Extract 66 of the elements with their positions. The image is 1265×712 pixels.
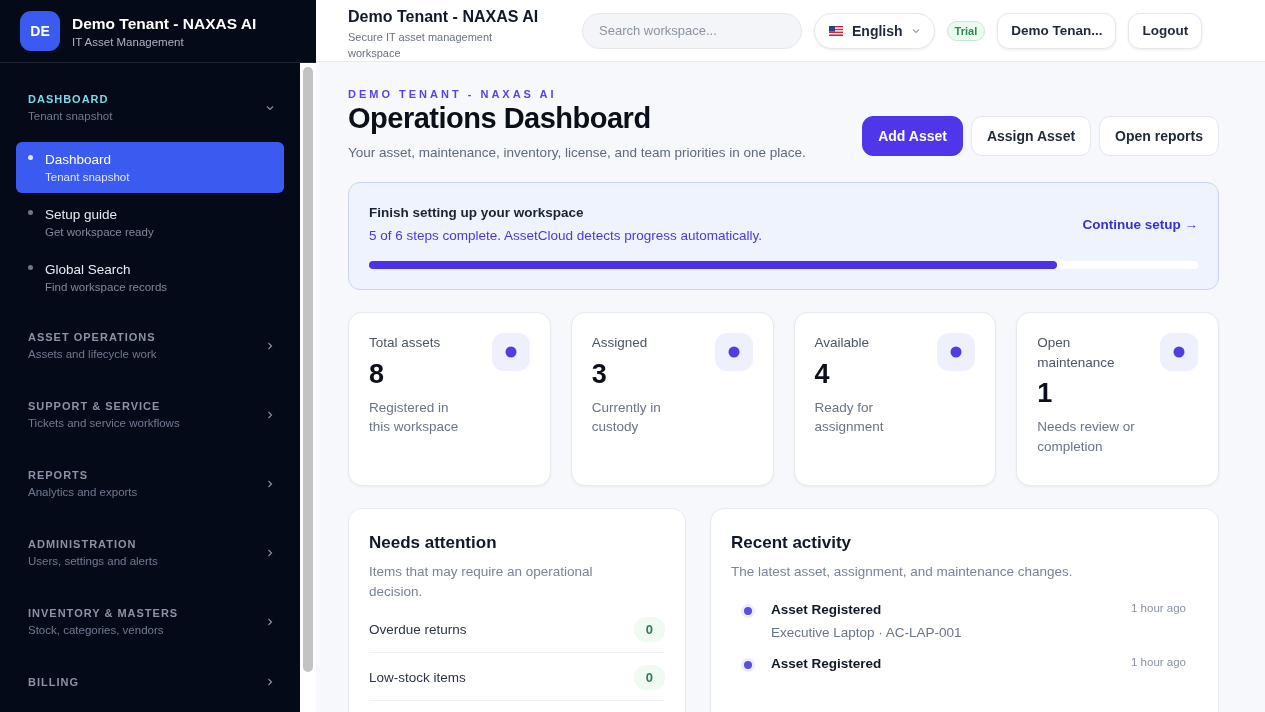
event-time: 1 hour ago: [1131, 655, 1186, 668]
action-button[interactable]: Add Asset: [862, 116, 963, 156]
card-description: Items that may require an operational decision.: [369, 563, 594, 601]
nav-item[interactable]: Global Search Find workspace records: [16, 252, 284, 303]
event-detail: Executive Laptop · AC-LAP-001: [771, 624, 963, 640]
scrollbar[interactable]: [300, 63, 316, 712]
flag-icon: [829, 25, 843, 36]
stat-label: Open maintenance: [1037, 334, 1116, 372]
stat-value: 1: [1037, 378, 1054, 410]
attention-label: Low-stock items: [369, 670, 466, 686]
stat-value: 4: [814, 358, 831, 390]
card-title: Recent activity: [731, 533, 852, 553]
app-subtitle: IT Asset Management: [72, 35, 185, 48]
plan-badge: Trial: [946, 20, 986, 41]
setup-title: Finish setting up your workspace: [369, 205, 585, 220]
chevron-right-icon: [266, 341, 274, 350]
tenant-avatar: DE: [20, 11, 60, 51]
chevron-right-icon: [266, 410, 274, 419]
count-badge: 0: [633, 665, 665, 691]
nav-section-header[interactable]: SUPPORT & SERVICE Tickets and service workflows: [16, 396, 300, 433]
nav-section-header[interactable]: INVENTORY & MASTERS Stock, categories, vendors: [16, 603, 300, 640]
nav-item[interactable]: Setup guide Get workspace ready: [16, 197, 284, 248]
nav-section-header[interactable]: ADMINISTRATION Users, settings and alerts: [16, 534, 300, 571]
event-time: 1 hour ago: [1131, 601, 1186, 614]
page-description: Your asset, maintenance, inventory, license, and team priorities in one place.: [348, 145, 806, 160]
action-button[interactable]: Open reports: [1099, 116, 1219, 156]
stat-note: Currently in custody: [591, 398, 662, 437]
nav-section-header[interactable]: ASSET OPERATIONS Assets and lifecycle work: [16, 327, 300, 364]
setup-status: 5 of 6 steps complete. AssetCloud detects progress automatically.: [369, 228, 762, 243]
tenant-name: Demo Tenant - NAXAS AI: [72, 14, 257, 33]
stat-note: Needs review or completion: [1037, 418, 1136, 456]
stat-value: 3: [591, 358, 608, 390]
language-selector[interactable]: English: [814, 12, 935, 49]
workspace-title: Demo Tenant - NAXAS AI: [348, 8, 540, 27]
chevron-down-icon: [266, 103, 274, 112]
chevron-right-icon: [266, 479, 274, 488]
event-title: Asset Registered: [771, 655, 883, 671]
continue-setup-link[interactable]: Continue setup →: [1082, 216, 1198, 232]
chevron-right-icon: [266, 617, 274, 626]
stat-label: Available: [814, 334, 871, 352]
nav-item[interactable]: Dashboard Tenant snapshot: [16, 142, 284, 193]
stat-label: Total assets: [369, 334, 442, 352]
workspace-subtitle: Secure IT asset management workspace: [348, 30, 494, 61]
logout-button[interactable]: Logout: [1128, 12, 1203, 49]
stat-value: 8: [369, 358, 386, 390]
chevron-down-icon: [911, 26, 920, 35]
attention-label: Overdue returns: [369, 622, 467, 638]
card-description: The latest asset, assignment, and maintenance changes.: [731, 563, 1074, 581]
nav-section-header[interactable]: BILLING: [16, 672, 300, 692]
nav-section-header[interactable]: REPORTS Analytics and exports: [16, 465, 300, 502]
count-badge: 0: [633, 617, 665, 643]
chevron-right-icon: [266, 548, 274, 557]
search-field[interactable]: Search workspace...: [582, 12, 802, 49]
chevron-right-icon: [266, 678, 274, 686]
page-eyebrow: DEMO TENANT - NAXAS AI: [348, 88, 558, 100]
card-title: Needs attention: [369, 533, 498, 553]
page-title: Operations Dashboard: [348, 102, 652, 135]
nav-section-header[interactable]: DASHBOARD Tenant snapshot: [16, 89, 300, 126]
stat-note: Registered in this workspace: [369, 398, 460, 437]
timeline-dot-icon: [741, 657, 755, 672]
event-title: Asset Registered: [771, 601, 883, 617]
action-button[interactable]: Assign Asset: [970, 116, 1092, 156]
stat-note: Ready for assignment: [814, 398, 885, 437]
stat-label: Assigned: [591, 334, 649, 352]
timeline-dot-icon: [741, 603, 755, 618]
account-button[interactable]: Demo Tenan...: [997, 12, 1117, 49]
